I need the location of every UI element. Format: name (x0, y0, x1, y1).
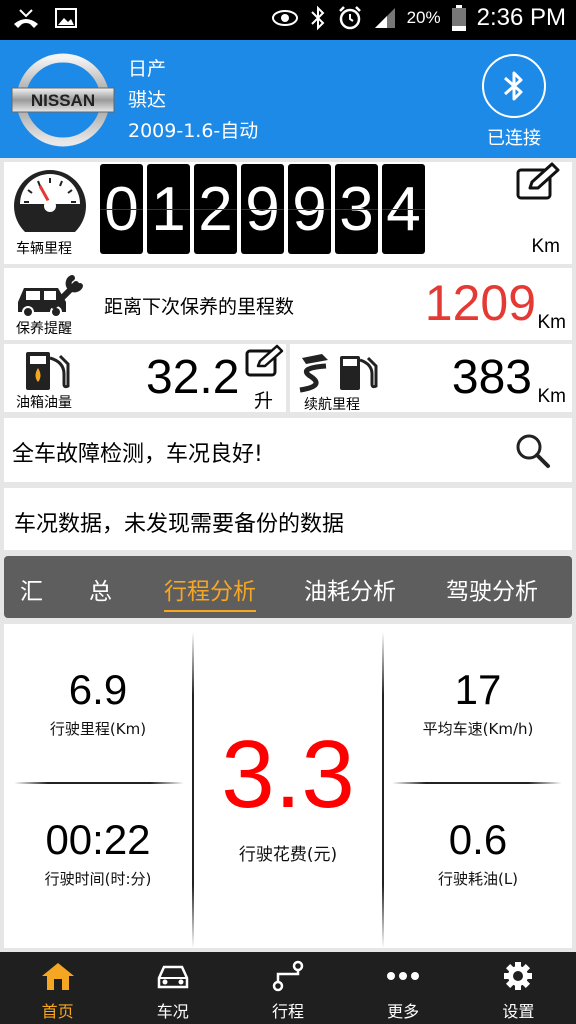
fuel-unit: 升 (254, 390, 274, 412)
fuel-card: 油箱油量 32.2 升 (4, 344, 286, 412)
nav-home[interactable]: 首页 (0, 952, 115, 1024)
nav-trips[interactable]: 行程 (230, 952, 345, 1024)
gear-icon (504, 962, 533, 990)
nav-label: 行程 (271, 1002, 304, 1021)
stat-avg-speed: 17 平均车速(Km/h) (384, 666, 572, 739)
bottom-nav: 首页 车况 行程 更多 设置 (0, 952, 576, 1024)
nav-label: 设置 (502, 1002, 535, 1021)
odometer-digit: 9 (241, 164, 284, 254)
bluetooth-connection-button[interactable]: 已连接 (464, 54, 564, 150)
diagnostics-card[interactable]: 全车故障检测，车况良好! (4, 418, 572, 482)
divider (392, 782, 562, 784)
stat-fuel-used: 0.6 行驶耗油(L) (384, 816, 572, 889)
speedometer-icon (14, 170, 86, 232)
home-icon (41, 963, 74, 990)
odometer-unit: Km (531, 236, 561, 257)
backup-card[interactable]: 车况数据，未发现需要备份的数据 (4, 488, 572, 550)
clock: 2:36 PM (476, 4, 566, 31)
status-bar: 20% 2:36 PM (0, 0, 576, 40)
vehicle-header: NISSAN 日产 骐达 2009-1.6-自动 已连接 (0, 40, 576, 158)
battery-icon (451, 5, 466, 31)
analysis-tabs: 汇 总 行程分析 油耗分析 驾驶分析 (4, 556, 572, 618)
more-icon (387, 972, 420, 980)
stat-value: 0.6 (448, 816, 508, 863)
odometer-digit: 3 (335, 164, 378, 254)
tab-driving-analysis[interactable]: 驾驶分析 (446, 572, 538, 606)
battery-percent: 20% (406, 8, 441, 27)
odometer-label: 车辆里程 (16, 241, 72, 257)
odometer-digit: 2 (194, 164, 237, 254)
stat-label: 行驶花费(元) (238, 845, 338, 865)
car-wrench-icon (18, 275, 83, 318)
maintenance-unit: Km (537, 312, 567, 333)
nav-label: 车况 (156, 1002, 189, 1021)
trip-stats-panel: 6.9 行驶里程(Km) 00:22 行驶时间(时:分) 3.3 行驶花费(元)… (4, 624, 572, 948)
bluetooth-status-icon (310, 5, 324, 31)
range-value: 383 (451, 351, 532, 404)
fuel-pump-icon (26, 352, 70, 390)
range-unit: Km (537, 386, 567, 407)
maintenance-card[interactable]: 保养提醒 距离下次保养的里程数 1209 Km (4, 268, 572, 340)
vehicle-info: 日产 骐达 2009-1.6-自动 (128, 54, 258, 147)
maintenance-label: 保养提醒 (16, 321, 72, 337)
nav-more[interactable]: 更多 (346, 952, 461, 1024)
tab-trip-analysis[interactable]: 行程分析 (164, 572, 256, 612)
bluetooth-circle (482, 54, 546, 118)
fuel-level-value: 32.2 (146, 351, 240, 404)
stat-distance: 6.9 行驶里程(Km) (4, 666, 192, 739)
nissan-logo: NISSAN (11, 53, 115, 147)
search-icon[interactable] (514, 432, 552, 470)
stat-label: 平均车速(Km/h) (422, 720, 534, 738)
tab-fuel-analysis[interactable]: 油耗分析 (304, 572, 396, 606)
stat-cost: 3.3 行驶花费(元) (194, 720, 382, 865)
odometer-card: 车辆里程 0 1 2 9 9 3 4 Km (4, 162, 572, 264)
backup-status-text: 车况数据，未发现需要备份的数据 (14, 512, 345, 537)
edit-fuel-icon[interactable] (244, 344, 286, 378)
stat-value: 6.9 (68, 666, 128, 713)
stat-value: 3.3 (221, 721, 355, 828)
odometer-digit: 4 (382, 164, 425, 254)
stat-label: 行驶时间(时:分) (44, 870, 152, 888)
nav-car-status[interactable]: 车况 (115, 952, 230, 1024)
svg-text:NISSAN: NISSAN (31, 91, 95, 110)
fuel-label: 油箱油量 (16, 395, 72, 411)
signal-icon (374, 8, 395, 28)
gallery-icon (55, 8, 77, 28)
alarm-icon (338, 6, 361, 30)
diagnostics-status-text: 全车故障检测，车况良好! (12, 442, 263, 467)
vehicle-model: 骐达 (128, 89, 167, 111)
odometer-digits: 0 1 2 9 9 3 4 (100, 164, 425, 254)
eye-icon (271, 10, 298, 26)
stat-value: 00:22 (45, 816, 151, 863)
bluetooth-status-label: 已连接 (487, 128, 541, 149)
divider (14, 782, 184, 784)
nav-label: 首页 (41, 1002, 74, 1021)
missed-call-icon (14, 9, 38, 28)
stat-value: 17 (454, 666, 502, 713)
odometer-digit: 9 (288, 164, 331, 254)
route-icon (272, 960, 304, 992)
nav-label: 更多 (387, 1002, 420, 1021)
edit-mileage-icon[interactable] (514, 162, 562, 202)
vehicle-variant: 2009-1.6-自动 (128, 120, 259, 142)
bluetooth-icon (504, 71, 523, 101)
stat-label: 行驶里程(Km) (49, 720, 147, 738)
car-icon (157, 965, 189, 989)
stat-duration: 00:22 行驶时间(时:分) (4, 816, 192, 889)
tab-summary[interactable]: 汇 总 (20, 572, 112, 606)
odometer-digit: 1 (147, 164, 190, 254)
odometer-digit: 0 (100, 164, 143, 254)
maintenance-remaining-value: 1209 (424, 275, 536, 331)
stat-label: 行驶耗油(L) (437, 870, 519, 888)
maintenance-description: 距离下次保养的里程数 (104, 296, 295, 318)
range-label: 续航里程 (304, 397, 360, 413)
nav-settings[interactable]: 设置 (461, 952, 576, 1024)
range-card: 续航里程 383 Km (290, 344, 572, 413)
road-fuel-icon (299, 354, 378, 393)
vehicle-make: 日产 (128, 58, 167, 80)
